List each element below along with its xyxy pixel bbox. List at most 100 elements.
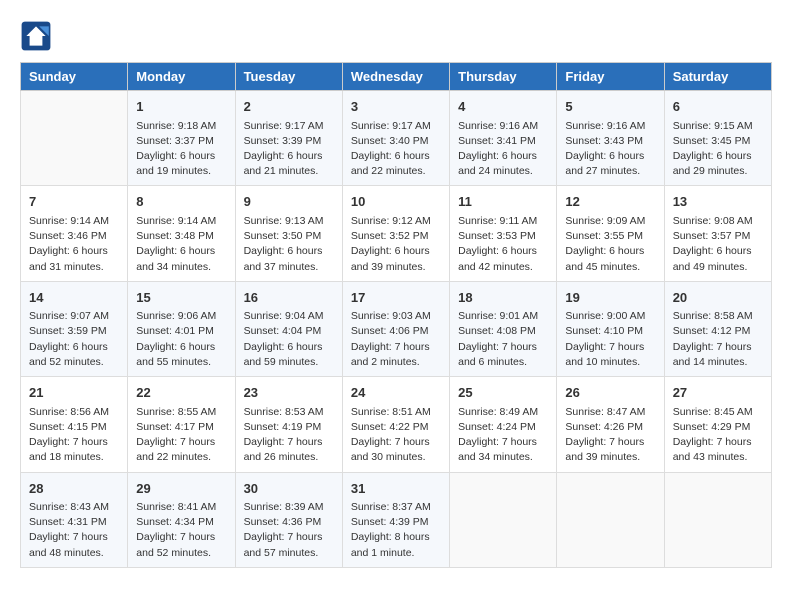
- day-number: 15: [136, 288, 226, 308]
- day-info: Sunrise: 9:09 AM Sunset: 3:55 PM Dayligh…: [565, 214, 655, 275]
- day-number: 29: [136, 479, 226, 499]
- day-number: 11: [458, 192, 548, 212]
- header-row: SundayMondayTuesdayWednesdayThursdayFrid…: [21, 63, 772, 91]
- calendar-cell: 12Sunrise: 9:09 AM Sunset: 3:55 PM Dayli…: [557, 186, 664, 281]
- calendar-cell: [664, 472, 771, 567]
- day-info: Sunrise: 9:17 AM Sunset: 3:39 PM Dayligh…: [244, 119, 334, 180]
- day-info: Sunrise: 9:15 AM Sunset: 3:45 PM Dayligh…: [673, 119, 763, 180]
- day-number: 3: [351, 97, 441, 117]
- week-row-2: 7Sunrise: 9:14 AM Sunset: 3:46 PM Daylig…: [21, 186, 772, 281]
- calendar-cell: 16Sunrise: 9:04 AM Sunset: 4:04 PM Dayli…: [235, 281, 342, 376]
- calendar-cell: [21, 91, 128, 186]
- day-number: 30: [244, 479, 334, 499]
- day-info: Sunrise: 9:18 AM Sunset: 3:37 PM Dayligh…: [136, 119, 226, 180]
- day-number: 26: [565, 383, 655, 403]
- day-number: 7: [29, 192, 119, 212]
- day-number: 13: [673, 192, 763, 212]
- day-info: Sunrise: 8:49 AM Sunset: 4:24 PM Dayligh…: [458, 405, 548, 466]
- calendar-cell: 27Sunrise: 8:45 AM Sunset: 4:29 PM Dayli…: [664, 377, 771, 472]
- day-number: 24: [351, 383, 441, 403]
- day-info: Sunrise: 8:41 AM Sunset: 4:34 PM Dayligh…: [136, 500, 226, 561]
- calendar-cell: 29Sunrise: 8:41 AM Sunset: 4:34 PM Dayli…: [128, 472, 235, 567]
- day-info: Sunrise: 9:01 AM Sunset: 4:08 PM Dayligh…: [458, 309, 548, 370]
- day-number: 27: [673, 383, 763, 403]
- day-info: Sunrise: 9:14 AM Sunset: 3:48 PM Dayligh…: [136, 214, 226, 275]
- day-info: Sunrise: 8:37 AM Sunset: 4:39 PM Dayligh…: [351, 500, 441, 561]
- calendar-cell: [557, 472, 664, 567]
- calendar-cell: 21Sunrise: 8:56 AM Sunset: 4:15 PM Dayli…: [21, 377, 128, 472]
- calendar-cell: 26Sunrise: 8:47 AM Sunset: 4:26 PM Dayli…: [557, 377, 664, 472]
- day-number: 10: [351, 192, 441, 212]
- calendar-cell: 8Sunrise: 9:14 AM Sunset: 3:48 PM Daylig…: [128, 186, 235, 281]
- calendar-cell: 30Sunrise: 8:39 AM Sunset: 4:36 PM Dayli…: [235, 472, 342, 567]
- day-info: Sunrise: 9:16 AM Sunset: 3:43 PM Dayligh…: [565, 119, 655, 180]
- calendar-cell: 2Sunrise: 9:17 AM Sunset: 3:39 PM Daylig…: [235, 91, 342, 186]
- day-number: 9: [244, 192, 334, 212]
- week-row-5: 28Sunrise: 8:43 AM Sunset: 4:31 PM Dayli…: [21, 472, 772, 567]
- day-header-sunday: Sunday: [21, 63, 128, 91]
- calendar-cell: 3Sunrise: 9:17 AM Sunset: 3:40 PM Daylig…: [342, 91, 449, 186]
- calendar-cell: 5Sunrise: 9:16 AM Sunset: 3:43 PM Daylig…: [557, 91, 664, 186]
- day-number: 8: [136, 192, 226, 212]
- calendar-cell: 14Sunrise: 9:07 AM Sunset: 3:59 PM Dayli…: [21, 281, 128, 376]
- day-header-saturday: Saturday: [664, 63, 771, 91]
- day-header-friday: Friday: [557, 63, 664, 91]
- week-row-4: 21Sunrise: 8:56 AM Sunset: 4:15 PM Dayli…: [21, 377, 772, 472]
- day-number: 28: [29, 479, 119, 499]
- calendar-cell: 4Sunrise: 9:16 AM Sunset: 3:41 PM Daylig…: [450, 91, 557, 186]
- calendar-cell: 7Sunrise: 9:14 AM Sunset: 3:46 PM Daylig…: [21, 186, 128, 281]
- calendar-cell: 23Sunrise: 8:53 AM Sunset: 4:19 PM Dayli…: [235, 377, 342, 472]
- calendar-cell: 10Sunrise: 9:12 AM Sunset: 3:52 PM Dayli…: [342, 186, 449, 281]
- day-number: 1: [136, 97, 226, 117]
- day-info: Sunrise: 8:43 AM Sunset: 4:31 PM Dayligh…: [29, 500, 119, 561]
- day-info: Sunrise: 9:04 AM Sunset: 4:04 PM Dayligh…: [244, 309, 334, 370]
- calendar-cell: 31Sunrise: 8:37 AM Sunset: 4:39 PM Dayli…: [342, 472, 449, 567]
- day-info: Sunrise: 8:39 AM Sunset: 4:36 PM Dayligh…: [244, 500, 334, 561]
- day-number: 31: [351, 479, 441, 499]
- day-info: Sunrise: 8:53 AM Sunset: 4:19 PM Dayligh…: [244, 405, 334, 466]
- calendar-cell: 9Sunrise: 9:13 AM Sunset: 3:50 PM Daylig…: [235, 186, 342, 281]
- page-header: [20, 20, 772, 52]
- day-header-monday: Monday: [128, 63, 235, 91]
- calendar-cell: 20Sunrise: 8:58 AM Sunset: 4:12 PM Dayli…: [664, 281, 771, 376]
- day-info: Sunrise: 8:56 AM Sunset: 4:15 PM Dayligh…: [29, 405, 119, 466]
- day-number: 21: [29, 383, 119, 403]
- day-info: Sunrise: 8:51 AM Sunset: 4:22 PM Dayligh…: [351, 405, 441, 466]
- logo: [20, 20, 56, 52]
- calendar-cell: 18Sunrise: 9:01 AM Sunset: 4:08 PM Dayli…: [450, 281, 557, 376]
- calendar-cell: 11Sunrise: 9:11 AM Sunset: 3:53 PM Dayli…: [450, 186, 557, 281]
- day-info: Sunrise: 9:00 AM Sunset: 4:10 PM Dayligh…: [565, 309, 655, 370]
- day-info: Sunrise: 9:16 AM Sunset: 3:41 PM Dayligh…: [458, 119, 548, 180]
- week-row-1: 1Sunrise: 9:18 AM Sunset: 3:37 PM Daylig…: [21, 91, 772, 186]
- day-info: Sunrise: 9:13 AM Sunset: 3:50 PM Dayligh…: [244, 214, 334, 275]
- day-number: 20: [673, 288, 763, 308]
- calendar-cell: 28Sunrise: 8:43 AM Sunset: 4:31 PM Dayli…: [21, 472, 128, 567]
- calendar-cell: 1Sunrise: 9:18 AM Sunset: 3:37 PM Daylig…: [128, 91, 235, 186]
- logo-icon: [20, 20, 52, 52]
- calendar-cell: 15Sunrise: 9:06 AM Sunset: 4:01 PM Dayli…: [128, 281, 235, 376]
- calendar-cell: 19Sunrise: 9:00 AM Sunset: 4:10 PM Dayli…: [557, 281, 664, 376]
- day-info: Sunrise: 9:12 AM Sunset: 3:52 PM Dayligh…: [351, 214, 441, 275]
- day-info: Sunrise: 9:17 AM Sunset: 3:40 PM Dayligh…: [351, 119, 441, 180]
- day-info: Sunrise: 9:03 AM Sunset: 4:06 PM Dayligh…: [351, 309, 441, 370]
- day-header-tuesday: Tuesday: [235, 63, 342, 91]
- day-info: Sunrise: 8:45 AM Sunset: 4:29 PM Dayligh…: [673, 405, 763, 466]
- day-number: 23: [244, 383, 334, 403]
- day-header-thursday: Thursday: [450, 63, 557, 91]
- day-number: 22: [136, 383, 226, 403]
- week-row-3: 14Sunrise: 9:07 AM Sunset: 3:59 PM Dayli…: [21, 281, 772, 376]
- calendar-cell: 24Sunrise: 8:51 AM Sunset: 4:22 PM Dayli…: [342, 377, 449, 472]
- day-info: Sunrise: 8:55 AM Sunset: 4:17 PM Dayligh…: [136, 405, 226, 466]
- day-info: Sunrise: 8:47 AM Sunset: 4:26 PM Dayligh…: [565, 405, 655, 466]
- day-number: 12: [565, 192, 655, 212]
- day-number: 5: [565, 97, 655, 117]
- day-number: 25: [458, 383, 548, 403]
- day-info: Sunrise: 9:14 AM Sunset: 3:46 PM Dayligh…: [29, 214, 119, 275]
- day-number: 17: [351, 288, 441, 308]
- day-info: Sunrise: 9:07 AM Sunset: 3:59 PM Dayligh…: [29, 309, 119, 370]
- day-header-wednesday: Wednesday: [342, 63, 449, 91]
- day-number: 19: [565, 288, 655, 308]
- day-number: 4: [458, 97, 548, 117]
- calendar-table: SundayMondayTuesdayWednesdayThursdayFrid…: [20, 62, 772, 568]
- day-number: 14: [29, 288, 119, 308]
